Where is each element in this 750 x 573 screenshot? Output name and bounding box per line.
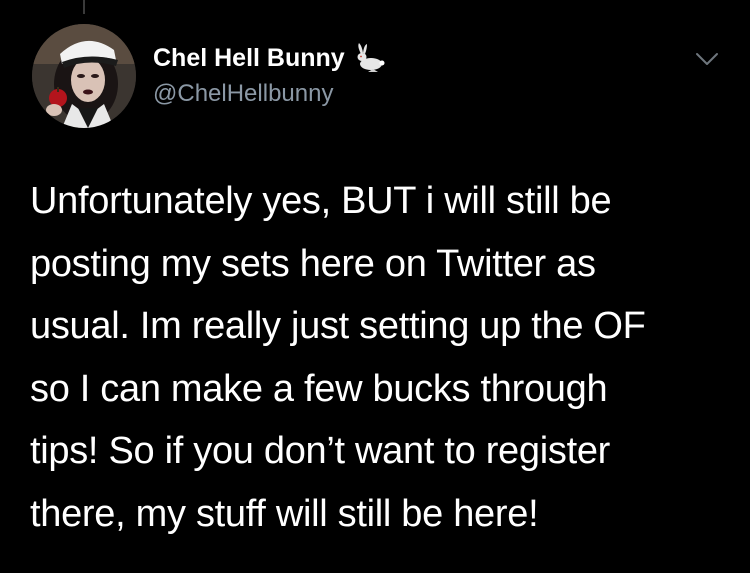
tweet-body-line: usual. Im really just setting up the OF	[30, 305, 646, 347]
chevron-down-icon[interactable]	[692, 44, 722, 74]
author-handle[interactable]: @ChelHellbunny	[153, 80, 333, 108]
tweet-body-line: so I can make a few bucks through	[30, 367, 608, 410]
tweet-body-line: posting my sets here on Twitter as	[30, 242, 596, 285]
tweet-body: Unfortunately yes, BUT i will still be p…	[30, 170, 730, 545]
thread-connector-line	[83, 0, 85, 14]
rabbit-icon	[353, 42, 389, 74]
tweet-body-line: tips! So if you don’t want to register	[30, 430, 611, 472]
tweet: Chel Hell Bunny @ChelHellbunny Unfortuna…	[0, 0, 750, 573]
tweet-body-line: Unfortunately yes, BUT i will still be	[30, 180, 612, 222]
tweet-body-line: there, my stuff will still be here!	[30, 492, 539, 535]
avatar[interactable]	[32, 24, 136, 128]
author-display-name[interactable]: Chel Hell Bunny	[153, 44, 345, 73]
author-name-row: Chel Hell Bunny	[153, 42, 389, 74]
avatar-image	[32, 24, 136, 128]
